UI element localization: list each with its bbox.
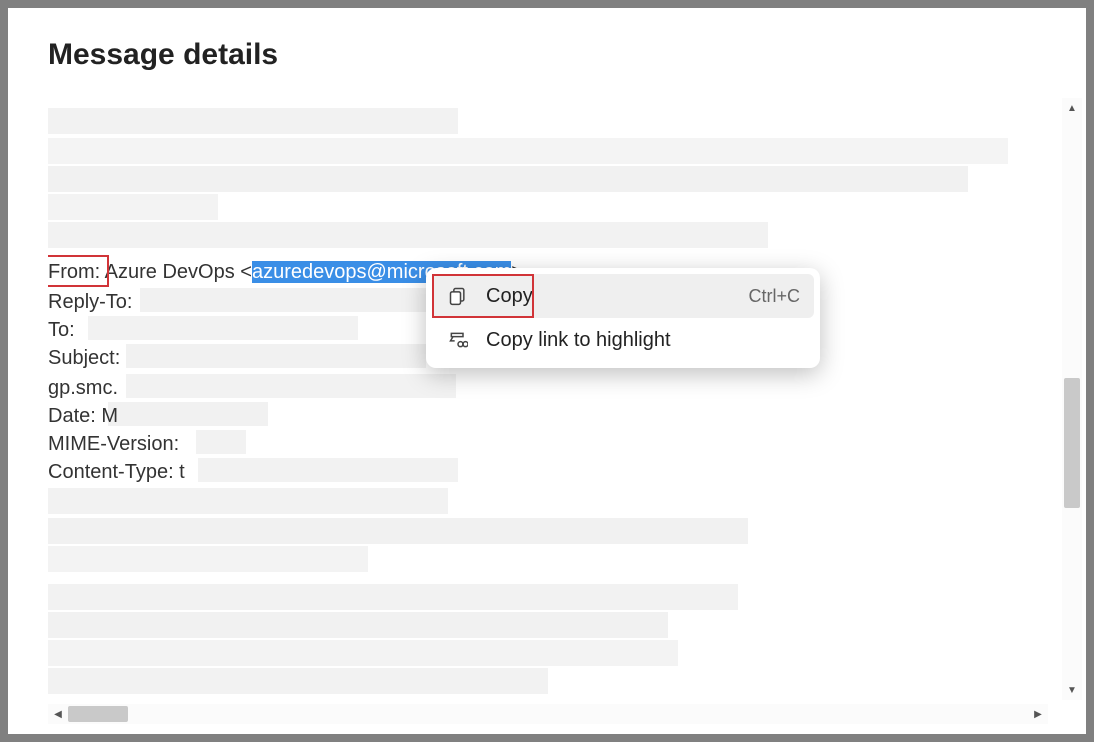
vertical-scroll-thumb[interactable] <box>1064 378 1080 508</box>
reply-to-label: Reply-To: <box>48 291 132 313</box>
header-mime-line: MIME-Version: <box>48 430 179 458</box>
dialog-title: Message details <box>48 38 278 72</box>
scroll-down-arrow-icon[interactable]: ▼ <box>1062 680 1082 700</box>
horizontal-scrollbar[interactable]: ◀ ▶ <box>48 704 1048 724</box>
vertical-scrollbar[interactable]: ▲ ▼ <box>1062 98 1082 700</box>
header-content-type-line: Content-Type: t <box>48 458 185 486</box>
ctx-copy-link-highlight[interactable]: Copy link to highlight <box>432 318 814 362</box>
highlight-link-icon <box>446 328 470 352</box>
dialog-frame: Message details From: <box>8 8 1086 734</box>
horizontal-scroll-thumb[interactable] <box>68 706 128 722</box>
scroll-left-arrow-icon[interactable]: ◀ <box>48 704 68 724</box>
header-to-line: To: <box>48 316 75 344</box>
mime-label: MIME-Version: <box>48 433 179 455</box>
ctx-copy-label: Copy <box>486 285 533 308</box>
ctx-copy-shortcut: Ctrl+C <box>748 286 800 307</box>
scroll-up-arrow-icon[interactable]: ▲ <box>1062 98 1082 118</box>
ctx-copy[interactable]: Copy Ctrl+C <box>432 274 814 318</box>
header-subject-line: Subject: <box>48 344 120 372</box>
header-fragment-line: gp.smc. <box>48 374 118 402</box>
message-source-panel[interactable]: From: Azure DevOps <azuredevops@microsof… <box>48 98 1048 703</box>
copy-icon <box>446 284 470 308</box>
content-type-label: Content-Type: t <box>48 461 185 483</box>
context-menu: Copy Ctrl+C Copy link to highlight <box>426 268 820 368</box>
scroll-right-arrow-icon[interactable]: ▶ <box>1028 704 1048 724</box>
fragment-gp-smc: gp.smc. <box>48 377 118 399</box>
subject-label: Subject: <box>48 347 120 369</box>
redaction-overlay <box>48 98 1048 703</box>
header-date-line: Date: M <box>48 402 118 430</box>
date-label: Date: M <box>48 405 118 427</box>
to-label: To: <box>48 319 75 341</box>
from-name: Azure DevOps < <box>105 261 252 283</box>
ctx-copy-link-label: Copy link to highlight <box>486 329 671 352</box>
from-label: From: <box>48 261 100 283</box>
header-reply-to-line: Reply-To: <box>48 288 132 316</box>
